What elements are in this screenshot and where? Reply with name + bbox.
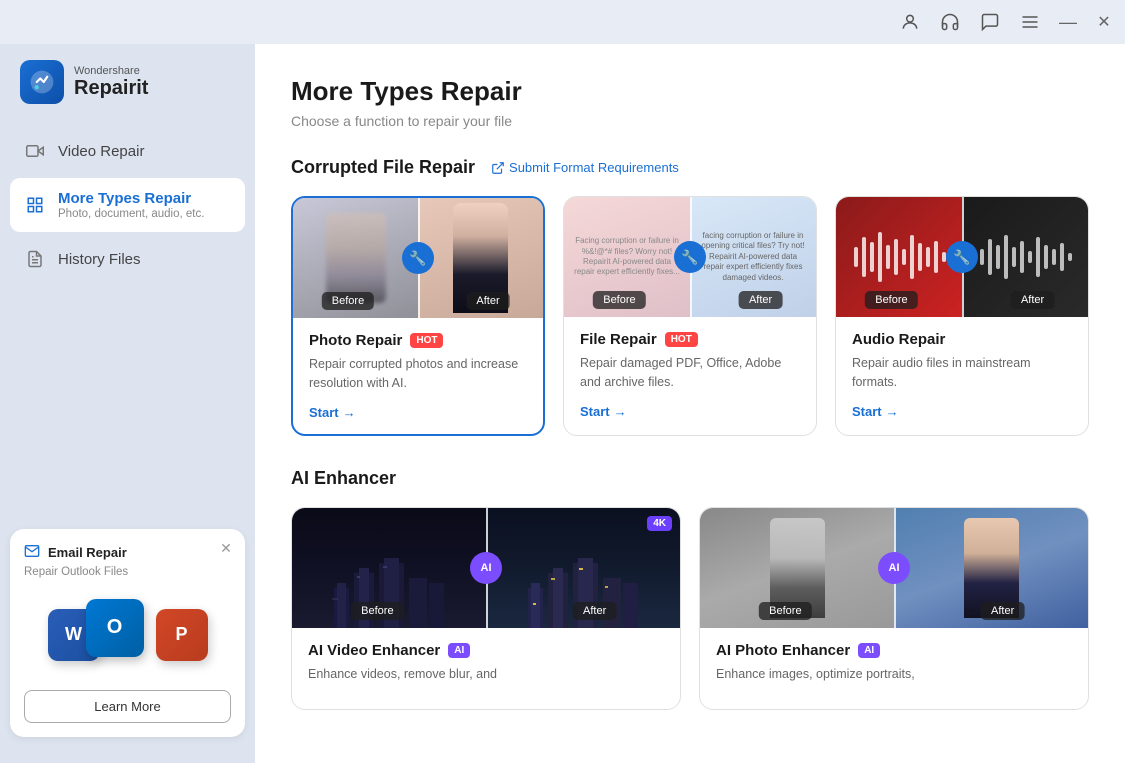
minimize-button[interactable]: — [1059,13,1077,31]
ai-badge-video: AI [448,643,470,658]
file-hot-badge: HOT [665,332,698,347]
photo-enh-before-label: Before [759,602,811,620]
page-subtitle: Choose a function to repair your file [291,113,1089,129]
file-repair-title-row: File Repair HOT [580,331,800,348]
video-after-label: After [573,602,616,620]
close-button[interactable]: ✕ [1095,13,1113,31]
corrupted-file-repair-cards: 🔧 Before After Photo Repair HOT Repair c… [291,196,1089,436]
corrupted-file-repair-title: Corrupted File Repair [291,157,475,178]
logo-name: Repairit [74,77,148,99]
grid-icon [24,194,46,216]
4k-badge: 4K [647,516,672,531]
ai-badge-photo: AI [858,643,880,658]
sidebar-item-sub-more: Photo, document, audio, etc. [58,208,204,220]
audio-repair-title: Audio Repair [852,331,945,348]
main-content: More Types Repair Choose a function to r… [255,44,1125,763]
ai-photo-image: AI Before After [700,508,1088,628]
repair-tool-icon: 🔧 [402,242,434,274]
file-repair-desc: Repair damaged PDF, Office, Adobe and ar… [580,354,800,392]
file-repair-card[interactable]: Facing corruption or failure in %&!@*# f… [563,196,817,436]
corrupted-file-repair-header: Corrupted File Repair Submit Format Requ… [291,157,1089,178]
email-card-image: W O P [24,588,231,678]
logo-area: Wondershare Repairit [0,60,255,128]
email-icon [24,543,40,562]
sidebar-item-label-more: More Types Repair [58,190,204,207]
audio-repair-body: Audio Repair Repair audio files in mains… [836,317,1088,433]
file-repair-title: File Repair [580,331,657,348]
sidebar-item-more-types-repair[interactable]: More Types Repair Photo, document, audio… [10,178,245,232]
ai-enhancer-cards: AI 4K Before After AI Video Enhancer AI … [291,507,1089,711]
photo-repair-card[interactable]: 🔧 Before After Photo Repair HOT Repair c… [291,196,545,436]
audio-repair-tool-icon: 🔧 [946,241,978,273]
sidebar-item-history-files[interactable]: History Files [10,236,245,282]
photo-repair-title-row: Photo Repair HOT [309,332,527,349]
sidebar: Wondershare Repairit Video Repair More T… [0,44,255,763]
ai-photo-body: AI Photo Enhancer AI Enhance images, opt… [700,628,1088,710]
photo-repair-image: 🔧 Before After [293,198,543,318]
photo-repair-body: Photo Repair HOT Repair corrupted photos… [293,318,543,434]
file-repair-image: Facing corruption or failure in %&!@*# f… [564,197,816,317]
logo-text: Wondershare Repairit [74,65,148,99]
file-repair-tool-icon: 🔧 [674,241,706,273]
audio-before-label: Before [865,291,917,309]
headset-icon[interactable] [939,11,961,33]
ai-video-desc: Enhance videos, remove blur, and [308,665,664,684]
titlebar: — ✕ [0,0,1125,44]
sidebar-item-text-more: More Types Repair Photo, document, audio… [58,190,204,220]
audio-repair-title-row: Audio Repair [852,331,1072,348]
photo-repair-title: Photo Repair [309,332,402,349]
video-before-label: Before [351,602,403,620]
user-icon[interactable] [899,11,921,33]
audio-repair-card[interactable]: 🔧 Before After Audio Repair Repair audio… [835,196,1089,436]
sidebar-item-label-history: History Files [58,251,141,268]
photo-repair-start[interactable]: Start → [309,405,527,420]
nav-items: Video Repair More Types Repair Photo, do… [0,128,255,519]
file-after-label: After [739,291,782,309]
email-card-header: Email Repair [24,543,231,562]
audio-after-label: After [1011,291,1054,309]
email-card-subtitle: Repair Outlook Files [24,566,231,578]
video-icon [24,140,46,162]
audio-repair-image: 🔧 Before After [836,197,1088,317]
sidebar-item-label-video: Video Repair [58,143,144,160]
ai-photo-title: AI Photo Enhancer [716,642,850,659]
ai-photo-ai-icon: AI [878,552,910,584]
ai-photo-enhancer-card[interactable]: AI Before After AI Photo Enhancer AI Enh… [699,507,1089,711]
hot-badge: HOT [410,333,443,348]
ai-video-body: AI Video Enhancer AI Enhance videos, rem… [292,628,680,710]
before-label: Before [322,292,374,310]
email-card-title: Email Repair [48,545,127,560]
ai-photo-title-row: AI Photo Enhancer AI [716,642,1072,659]
file-repair-body: File Repair HOT Repair damaged PDF, Offi… [564,317,816,433]
ai-video-ai-icon: AI [470,552,502,584]
ai-video-image: AI 4K Before After [292,508,680,628]
file-before-label: Before [593,291,645,309]
after-label: After [466,292,509,310]
list-icon[interactable] [1019,11,1041,33]
ai-enhancer-title: AI Enhancer [291,468,396,489]
ai-photo-desc: Enhance images, optimize portraits, [716,665,1072,684]
submit-format-link[interactable]: Submit Format Requirements [491,160,679,175]
audio-repair-desc: Repair audio files in mainstream formats… [852,354,1072,392]
chat-icon[interactable] [979,11,1001,33]
photo-repair-desc: Repair corrupted photos and increase res… [309,355,527,393]
file-repair-start[interactable]: Start → [580,404,800,419]
ai-video-title-row: AI Video Enhancer AI [308,642,664,659]
audio-repair-start[interactable]: Start → [852,404,1072,419]
logo-brand: Wondershare [74,65,148,77]
email-repair-card: ✕ Email Repair Repair Outlook Files W O [10,529,245,737]
sidebar-item-video-repair[interactable]: Video Repair [10,128,245,174]
photo-enh-after-label: After [981,602,1024,620]
email-card-close-button[interactable]: ✕ [217,539,235,557]
app-logo [20,60,64,104]
history-icon [24,248,46,270]
page-title: More Types Repair [291,76,1089,107]
ai-enhancer-header: AI Enhancer [291,468,1089,489]
ai-video-enhancer-card[interactable]: AI 4K Before After AI Video Enhancer AI … [291,507,681,711]
learn-more-button[interactable]: Learn More [24,690,231,723]
ai-video-title: AI Video Enhancer [308,642,440,659]
